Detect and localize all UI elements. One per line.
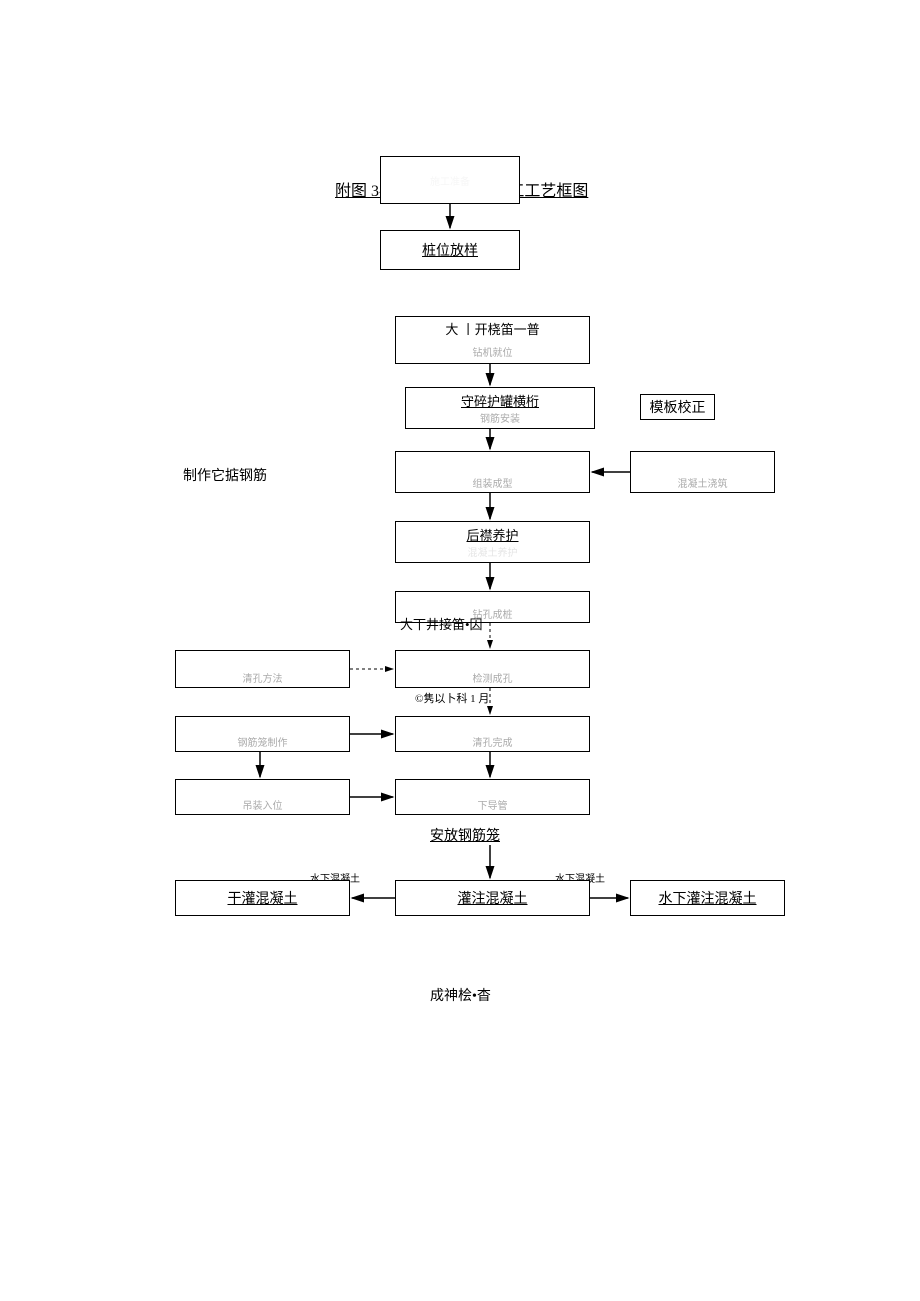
box-pile-layout: 桩位放样 bbox=[380, 230, 520, 270]
mid1-label: 检测成孔 bbox=[473, 670, 513, 685]
dry-pour-label: 干灌混凝土 bbox=[228, 888, 298, 908]
guard-label: 守碎护罐横桁 bbox=[461, 391, 539, 410]
box-left3: 吊装入位 bbox=[175, 779, 350, 815]
box-assemble: 组装成型 bbox=[395, 451, 590, 493]
pour-label: 灌注混凝土 bbox=[458, 888, 528, 908]
place-cage-label: 安放钢筋笼 bbox=[430, 825, 500, 845]
box-mid1: 检测成孔 bbox=[395, 650, 590, 688]
pile-layout-label: 桩位放样 bbox=[422, 240, 478, 260]
box-mold-correct: 模板校正 bbox=[640, 394, 715, 420]
box-left1: 清孔方法 bbox=[175, 650, 350, 688]
box-left2: 钢筋笼制作 bbox=[175, 716, 350, 752]
open-hole-sub: 钻机就位 bbox=[473, 344, 513, 359]
mid2-label: 清孔完成 bbox=[473, 734, 513, 749]
box-top: 施工准备 bbox=[380, 156, 520, 204]
left1-label: 清孔方法 bbox=[243, 670, 283, 685]
guard-sub: 钢筋安装 bbox=[480, 410, 520, 425]
box-guard: 守碎护罐横桁 钢筋安装 bbox=[405, 387, 595, 429]
open-hole-label: 大 丨开桡笛一普 bbox=[445, 319, 539, 338]
box-mid2: 清孔完成 bbox=[395, 716, 590, 752]
cure-label: 后襟养护 bbox=[466, 525, 518, 544]
make-rebar-label: 制作它掂钢筋 bbox=[183, 465, 267, 485]
assemble-right-label: 混凝土浇筑 bbox=[678, 475, 728, 490]
box-underwater: 水下灌注混凝土 bbox=[630, 880, 785, 916]
mid3-label: 下导管 bbox=[478, 797, 508, 812]
mid1-note: ©隽以卜科 1 月 bbox=[415, 690, 489, 706]
cure-sub: 混凝土养护 bbox=[468, 544, 518, 559]
box-pour: 灌注混凝土 bbox=[395, 880, 590, 916]
box-open-hole: 大 丨开桡笛一普 钻机就位 bbox=[395, 316, 590, 364]
left3-label: 吊装入位 bbox=[243, 797, 283, 812]
assemble-label: 组装成型 bbox=[473, 475, 513, 490]
box-dry-pour: 干灌混凝土 bbox=[175, 880, 350, 916]
box-cure: 后襟养护 混凝土养护 bbox=[395, 521, 590, 563]
top-box-label: 施工准备 bbox=[430, 173, 470, 188]
conn-label: 大丅井接笛•因 bbox=[400, 614, 483, 633]
underwater-label: 水下灌注混凝土 bbox=[659, 888, 757, 908]
left2-label: 钢筋笼制作 bbox=[238, 734, 288, 749]
box-assemble-right: 混凝土浇筑 bbox=[630, 451, 775, 493]
result-label: 成神桧•杳 bbox=[430, 985, 491, 1005]
mold-correct-label: 模板校正 bbox=[650, 397, 706, 417]
box-mid3: 下导管 bbox=[395, 779, 590, 815]
